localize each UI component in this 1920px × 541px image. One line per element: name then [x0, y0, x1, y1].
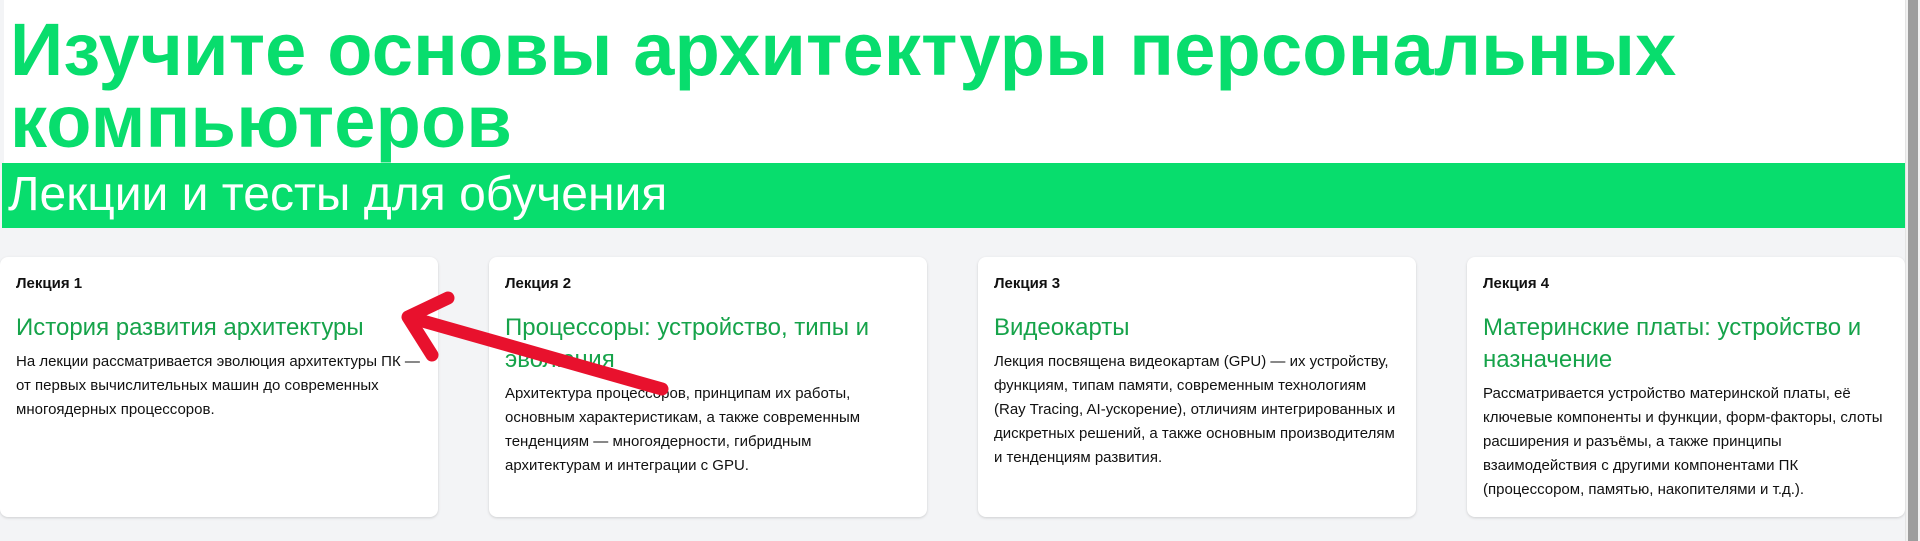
lecture-number: Лекция 2: [505, 275, 572, 292]
lecture-number: Лекция 4: [1483, 275, 1550, 292]
lecture-cards: Лекция 1 История развития архитектуры На…: [0, 257, 1905, 517]
page-subtitle: Лекции и тесты для обучения: [8, 168, 668, 221]
lecture-title[interactable]: Процессоры: устройство, типы и эволюция: [505, 312, 911, 376]
lecture-title[interactable]: Видеокарты: [994, 312, 1400, 344]
lecture-number: Лекция 1: [16, 275, 83, 292]
lecture-card-3[interactable]: Лекция 3 Видеокарты Лекция посвящена вид…: [978, 257, 1416, 517]
page: Изучите основы архитектуры персональных …: [0, 0, 1905, 541]
lecture-description: Рассматривается устройство материнской п…: [1483, 385, 1883, 498]
scrollbar[interactable]: [1905, 0, 1920, 541]
lecture-card-1[interactable]: Лекция 1 История развития архитектуры На…: [0, 257, 438, 517]
lecture-description: Архитектура процессоров, принципам их ра…: [505, 385, 861, 474]
lecture-card-2[interactable]: Лекция 2 Процессоры: устройство, типы и …: [489, 257, 927, 517]
lecture-description: Лекция посвящена видеокартам (GPU) — их …: [994, 353, 1396, 466]
subtitle-banner: Лекции и тесты для обучения: [2, 163, 1905, 228]
lecture-description: На лекции рассматривается эволюция архит…: [16, 353, 420, 418]
lecture-title[interactable]: История развития архитектуры: [16, 312, 422, 344]
page-title: Изучите основы архитектуры персональных …: [10, 8, 1677, 163]
lecture-number: Лекция 3: [994, 275, 1061, 292]
hero-section: Изучите основы архитектуры персональных …: [4, 0, 1905, 163]
lecture-title[interactable]: Материнские платы: устройство и назначен…: [1483, 312, 1889, 376]
scrollbar-thumb[interactable]: [1908, 0, 1918, 541]
lecture-card-4[interactable]: Лекция 4 Материнские платы: устройство и…: [1467, 257, 1905, 517]
